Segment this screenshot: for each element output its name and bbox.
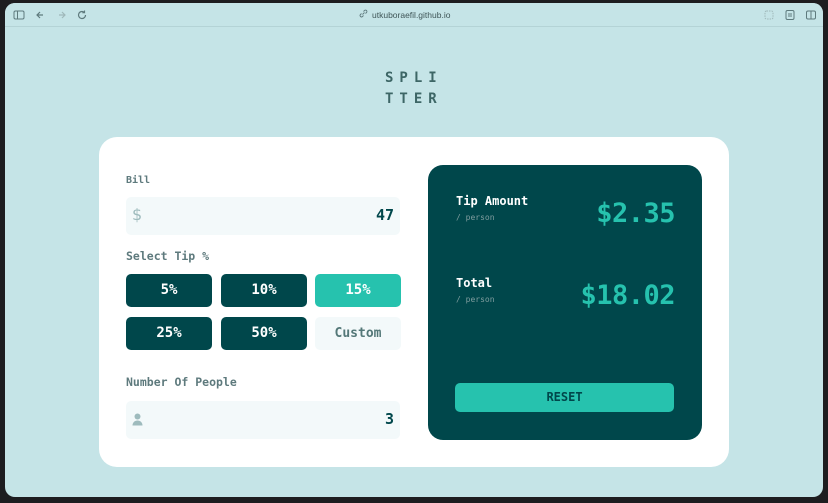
tip-amount-value: $2.35 (596, 198, 675, 229)
logo-line-2: TTER (385, 91, 443, 107)
extension-icon[interactable] (763, 9, 775, 21)
address-bar[interactable]: utkuboraefil.github.io (359, 8, 450, 22)
app-logo: SPLI TTER (385, 68, 445, 110)
forward-icon[interactable] (56, 9, 68, 21)
total-per-person: / person (456, 295, 495, 304)
tip-button-5[interactable]: 5% (126, 274, 212, 307)
people-value: 3 (384, 410, 394, 428)
back-icon[interactable] (34, 9, 46, 21)
custom-tip-input[interactable]: Custom (315, 317, 401, 350)
select-tip-label: Select Tip % (126, 249, 210, 263)
total-value: $18.02 (580, 280, 675, 311)
browser-toolbar: utkuboraefil.github.io (5, 3, 823, 27)
bill-input[interactable]: $ 47 (126, 197, 400, 235)
bill-value: 47 (375, 206, 394, 224)
url-text: utkuboraefil.github.io (372, 10, 451, 20)
people-label: Number Of People (126, 375, 237, 389)
tip-button-50[interactable]: 50% (221, 317, 307, 350)
total-title: Total (456, 276, 493, 290)
person-icon (132, 411, 143, 430)
sidebar-icon[interactable] (13, 9, 25, 21)
link-icon (359, 8, 368, 22)
people-input[interactable]: 3 (126, 401, 400, 439)
results-panel: Tip Amount / person $2.35 Total / person… (428, 165, 702, 440)
browser-window: utkuboraefil.github.io SPLI TTER Bill $ … (5, 3, 823, 497)
bill-label: Bill (126, 175, 151, 186)
tabs-icon[interactable] (805, 9, 817, 21)
reset-button[interactable]: RESET (455, 383, 674, 412)
reload-icon[interactable] (76, 9, 88, 21)
tip-amount-title: Tip Amount (456, 194, 529, 208)
tip-button-15[interactable]: 15% (315, 274, 401, 307)
tip-button-25[interactable]: 25% (126, 317, 212, 350)
logo-line-1: SPLI (385, 70, 443, 86)
tip-button-10[interactable]: 10% (221, 274, 307, 307)
calculator-card: Bill $ 47 Select Tip % 5% 10% 15% 25% 50… (99, 137, 729, 467)
tip-amount-per-person: / person (456, 213, 495, 222)
dollar-icon: $ (132, 205, 143, 224)
reader-icon[interactable] (784, 9, 796, 21)
